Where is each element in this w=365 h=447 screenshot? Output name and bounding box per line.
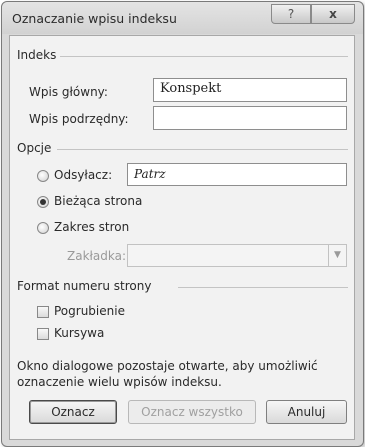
options-section-divider (57, 149, 348, 150)
cross-reference-radio[interactable] (37, 170, 49, 182)
cross-reference-label: Odsyłacz: (54, 168, 113, 182)
bold-label: Pogrubienie (54, 304, 125, 318)
subentry-label: Wpis podrzędny: (29, 112, 129, 126)
bookmark-label: Zakładka: (67, 249, 127, 263)
index-section-heading: Indeks (17, 48, 57, 62)
current-page-radio[interactable] (37, 196, 49, 208)
mark-all-button[interactable]: Oznacz wszystko (128, 400, 256, 424)
page-format-section-heading: Format numeru strony (17, 279, 152, 293)
italic-label: Kursywa (54, 326, 105, 340)
main-entry-label: Wpis główny: (29, 85, 108, 99)
info-text: Okno dialogowe pozostaje otwarte, aby um… (17, 359, 318, 389)
cross-reference-input[interactable]: Patrz (127, 163, 347, 186)
close-button[interactable]: x (311, 4, 355, 24)
chevron-down-icon: ▼ (328, 245, 346, 266)
mark-index-entry-dialog: Oznaczanie wpisu indeksu ? x Indeks Wpis… (1, 1, 364, 447)
bookmark-select[interactable]: ▼ (127, 244, 347, 267)
index-section-divider (60, 56, 348, 57)
cancel-button[interactable]: Anuluj (266, 400, 347, 424)
dialog-body: Indeks Wpis główny: Konspekt Wpis podrzę… (9, 35, 355, 440)
dialog-title: Oznaczanie wpisu indeksu (12, 11, 177, 26)
page-range-label: Zakres stron (54, 220, 130, 234)
current-page-label: Bieżąca strona (54, 194, 143, 208)
bold-checkbox[interactable] (37, 306, 49, 318)
options-section-heading: Opcje (17, 141, 52, 155)
page-range-radio[interactable] (37, 222, 49, 234)
close-icon: x (329, 7, 337, 21)
main-entry-input[interactable]: Konspekt (153, 78, 347, 102)
subentry-input[interactable] (153, 106, 347, 130)
help-icon: ? (287, 7, 295, 21)
italic-checkbox[interactable] (37, 328, 49, 340)
help-button[interactable]: ? (271, 4, 311, 24)
mark-button[interactable]: Oznacz (29, 400, 117, 424)
title-bar: Oznaczanie wpisu indeksu ? x (2, 2, 363, 34)
page-format-section-divider (178, 287, 348, 288)
